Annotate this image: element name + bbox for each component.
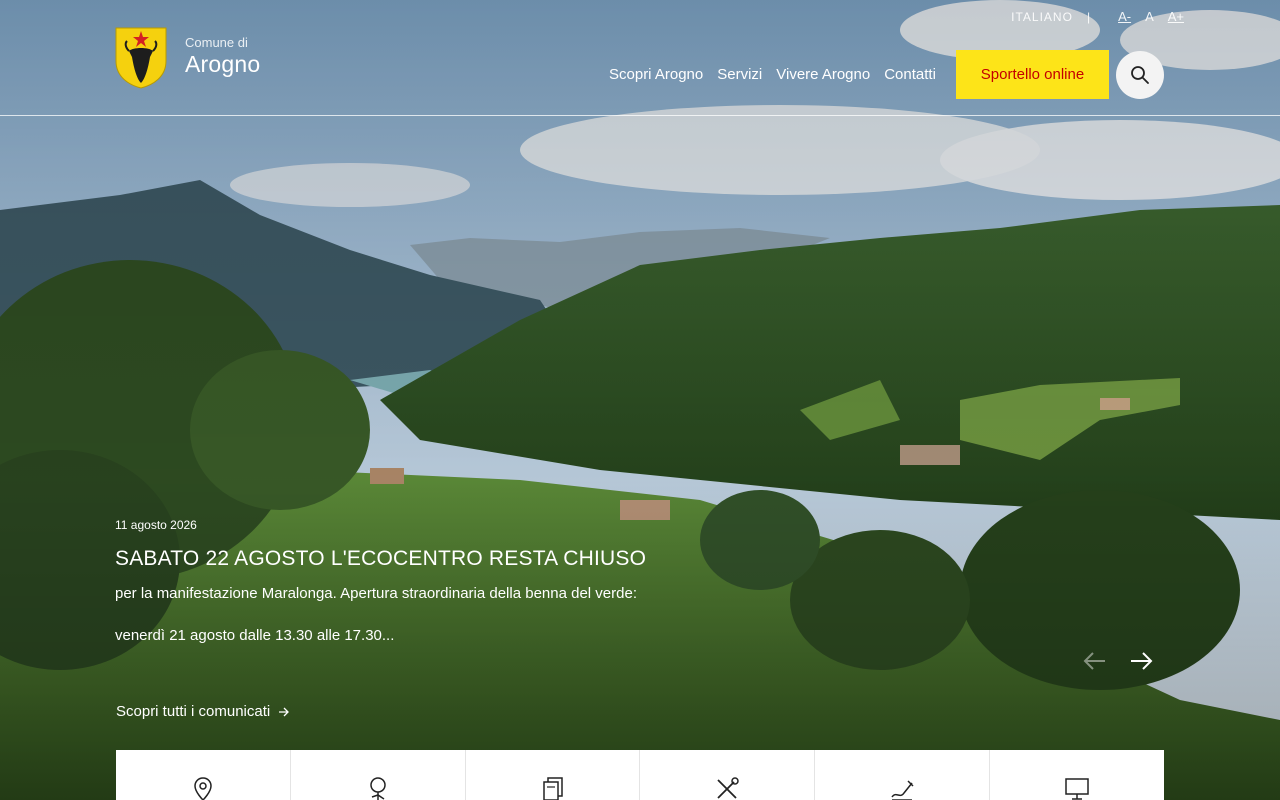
all-announcements-link[interactable]: Scopri tutti i comunicati	[116, 703, 290, 720]
logo-title: Arogno	[185, 51, 261, 77]
font-size-decrease[interactable]: A-	[1118, 9, 1131, 24]
all-announcements-label: Scopri tutti i comunicati	[116, 703, 271, 720]
quick-link-forms[interactable]	[815, 750, 991, 800]
language-selector[interactable]: ITALIANO	[1011, 10, 1073, 24]
quick-links-bar	[116, 750, 1164, 800]
tools-icon	[717, 777, 740, 799]
slide-date: 11 agosto 2026	[115, 518, 197, 532]
logo-subtitle: Comune di	[185, 35, 248, 50]
monitor-icon	[1065, 778, 1089, 800]
slide-text: per la manifestazione Maralonga. Apertur…	[115, 585, 637, 602]
nav-item-scopri[interactable]: Scopri Arogno	[609, 66, 703, 83]
arrow-right-icon	[279, 707, 290, 716]
quick-link-environment[interactable]	[291, 750, 466, 800]
utility-bar: ITALIANO | A- A A+	[1011, 9, 1184, 24]
slide-text-2: venerdì 21 agosto dalle 13.30 alle 17.30…	[115, 627, 395, 644]
arrow-left-icon[interactable]	[1082, 648, 1108, 674]
signature-icon	[891, 780, 914, 800]
font-size-normal[interactable]: A	[1145, 9, 1154, 24]
site-header: Comune di Arogno ITALIANO | A- A A+ Scop…	[0, 0, 1280, 116]
nav-item-contatti[interactable]: Contatti	[884, 66, 936, 83]
nav-item-vivere[interactable]: Vivere Arogno	[776, 66, 870, 83]
hero-slide: 11 agosto 2026 SABATO 22 AGOSTO L'ECOCEN…	[115, 518, 755, 646]
hero-image	[0, 0, 1280, 800]
main-nav: Scopri Arogno Servizi Vivere Arogno Cont…	[609, 66, 950, 83]
coat-of-arms-icon	[115, 27, 167, 89]
documents-icon	[542, 777, 563, 800]
font-size-increase[interactable]: A+	[1168, 9, 1184, 24]
quick-link-online[interactable]	[990, 750, 1164, 800]
slide-title[interactable]: SABATO 22 AGOSTO L'ECOCENTRO RESTA CHIUS…	[115, 546, 755, 572]
quick-link-documents[interactable]	[466, 750, 641, 800]
location-pin-icon	[194, 777, 212, 800]
slider-controls	[1082, 648, 1174, 674]
site-logo[interactable]: Comune di Arogno	[115, 27, 260, 89]
tree-icon	[369, 777, 386, 800]
arrow-right-icon[interactable]	[1128, 648, 1154, 674]
divider: |	[1086, 9, 1091, 24]
sportello-online-button[interactable]: Sportello online	[956, 50, 1109, 99]
search-icon	[1131, 66, 1149, 84]
quick-link-services[interactable]	[640, 750, 816, 800]
search-button[interactable]	[1116, 51, 1164, 99]
nav-item-servizi[interactable]: Servizi	[717, 66, 762, 83]
quick-link-location[interactable]	[116, 750, 291, 800]
